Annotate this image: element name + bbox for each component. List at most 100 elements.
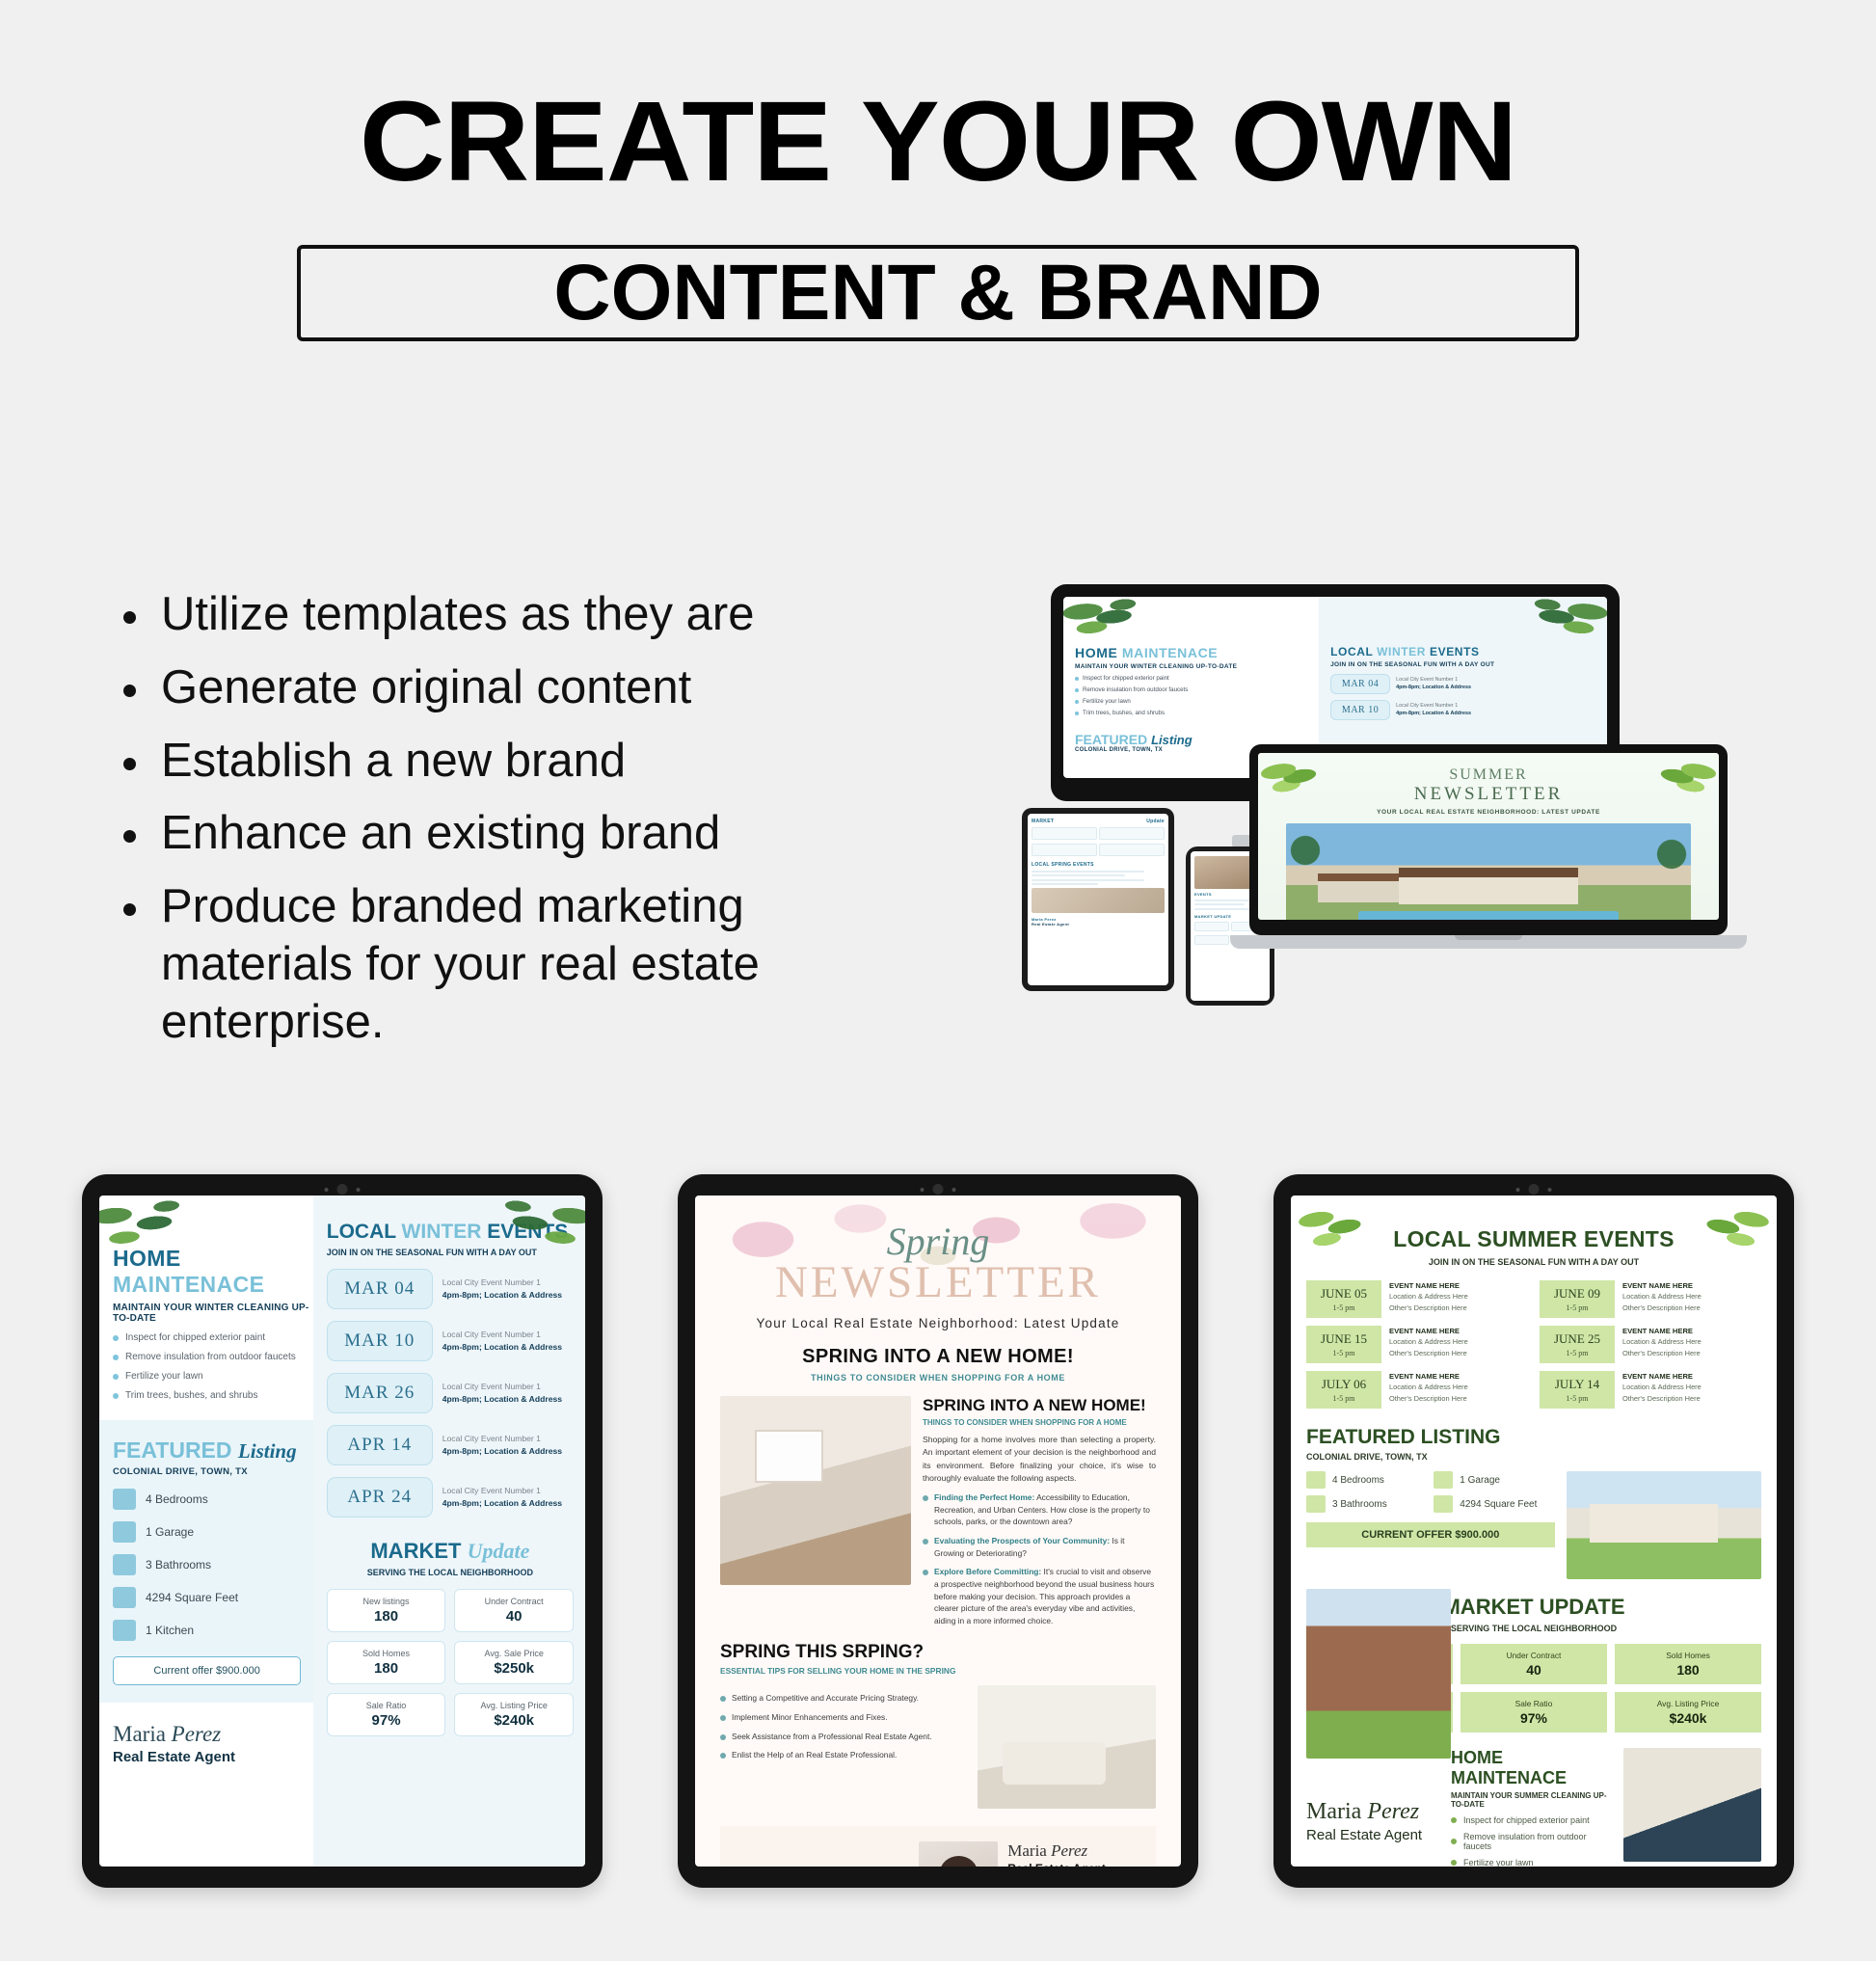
event-row[interactable]: JUNE 09 1-5 pm EVENT NAME HERE Location & A… [1540,1280,1761,1318]
mini-text-line [1032,874,1125,876]
bullet-dot [1075,676,1079,681]
winter-market-title: MARKET Update [327,1539,574,1564]
event-date: JUNE 25 [1553,1331,1601,1346]
event-date-chip: MAR 10 [326,1321,433,1361]
small-tablet-screen: MARKET Update LOCAL SPRING EVENTS Maria … [1028,814,1168,985]
maintenance-item: Trim trees, bushes, and shrubs [113,1390,313,1401]
event-row[interactable]: MAR 10 Local City Event Number 1 4pm-8pm; … [326,1321,574,1361]
stat-label: Sale Ratio [365,1701,407,1710]
camera-icon [1528,1184,1540,1195]
spring-banner-subtitle: THINGS TO CONSIDER WHEN SHOPPING FOR A H… [811,1373,1065,1383]
bullet-dot [720,1696,726,1703]
events-title-events: EVENTS [1430,645,1480,658]
summer-address: COLONIAL DRIVE, TOWN, TX [1306,1452,1428,1462]
event-row[interactable]: MAR 04 Local City Event Number 1 4pm-8pm; … [1330,674,1597,694]
villa-pool [1358,911,1619,920]
amenity-label: 1 Kitchen [146,1624,195,1637]
mini-text-line [1194,907,1255,910]
maintenance-item: Remove insulation from outdoor faucets [1075,686,1309,693]
maintenance-label: Inspect for chipped exterior paint [1463,1815,1590,1825]
garage-icon [1434,1471,1454,1489]
stat-value: 40 [1526,1662,1541,1678]
kitchen-icon [113,1620,136,1641]
winter-left-column: HOME MAINTENACE MAINTAIN YOUR WINTER CLE… [99,1195,313,1867]
maintenance-item: Inspect for chipped exterior paint [1075,675,1309,682]
spring-title-script: Spring [886,1220,990,1263]
bullet-dot [123,684,136,697]
event-row[interactable]: JULY 14 1-5 pm EVENT NAME HERE Location & A… [1540,1371,1761,1409]
winter-address: COLONIAL DRIVE, TOWN, TX [113,1466,248,1477]
event-line-1: Location & Address Here [1622,1337,1702,1347]
event-row[interactable]: JULY 06 1-5 pm EVENT NAME HERE Location & A… [1306,1371,1528,1409]
amenity-row: 3 Bathrooms [113,1554,313,1575]
winter-maintenance-subtitle: MAINTAIN YOUR WINTER CLEANING UP-TO-DATE [113,1303,309,1324]
agent-last-name: Perez [1367,1799,1420,1824]
events-title-winter: WINTER [1377,645,1427,658]
stat-card: Avg. Listing Price $240k [1615,1692,1761,1733]
event-row[interactable]: APR 24 Local City Event Number 1 4pm-8pm; … [326,1477,574,1518]
event-details: Local City Event Number 1 4pm-8pm; Locati… [442,1381,562,1407]
event-line-2: Other's Description Here [1622,1348,1701,1357]
area-icon [113,1587,136,1608]
laptop-body: SUMMER NEWSLETTER YOUR LOCAL REAL ESTATE… [1249,744,1728,935]
event-name: EVENT NAME HERE [1622,1327,1693,1335]
event-line-1: Local City Event Number 1 [442,1485,541,1495]
event-line-1: Local City Event Number 1 [1396,676,1459,683]
title-light-part: MAINTENACE [1121,645,1219,660]
event-time: 1-5 pm [1566,1349,1589,1357]
event-name: EVENT NAME HERE [1389,1327,1460,1335]
spring-point: Explore Before Committing: It's crucial … [923,1566,1156,1626]
summer-kitchen-photo [1623,1748,1761,1862]
maintenance-label: Remove insulation from outdoor faucets [1463,1832,1587,1851]
bed-icon [113,1489,136,1510]
amenity-label: 1 Garage [1460,1474,1500,1486]
bullet-dot [923,1495,928,1502]
laptop-subtitle: YOUR LOCAL REAL ESTATE NEIGHBORHOOD: LAT… [1377,809,1600,816]
subtitle-box: CONTENT & BRAND [297,245,1579,341]
villa-main-building [1399,867,1578,905]
event-row[interactable]: JUNE 25 1-5 pm EVENT NAME HERE Location & A… [1540,1326,1761,1363]
mini-stat-cell [1099,827,1165,840]
amenity-row: 4294 Square Feet [1434,1495,1554,1513]
tablet-camera-row [324,1184,361,1195]
bullet-dot [1451,1860,1457,1866]
amenity-row: 1 Kitchen [113,1620,313,1641]
bullet-dot [1075,687,1079,692]
stat-label: Under Contract [1506,1651,1562,1660]
benefit-label: Establish a new brand [161,734,627,787]
event-row[interactable]: JUNE 15 1-5 pm EVENT NAME HERE Location & A… [1306,1326,1528,1363]
point-bold: Explore Before Committing: [934,1567,1042,1577]
spring-tip: Setting a Competitive and Accurate Prici… [720,1692,966,1705]
event-line-1: Location & Address Here [1389,1337,1468,1347]
maintenance-item: Fertilize your lawn [113,1371,313,1382]
event-line-1: Local City Event Number 1 [442,1381,541,1391]
event-row[interactable]: MAR 10 Local City Event Number 1 4pm-8pm; … [1330,700,1597,720]
stat-value: 97% [1519,1710,1548,1726]
event-time: 1-5 pm [1566,1303,1589,1312]
event-line-2: Other's Description Here [1622,1393,1701,1403]
benefits-list: Utilize templates as they are Generate or… [123,586,895,1066]
stat-label: Sold Homes [1666,1651,1710,1660]
winter-market-italic: Update [467,1539,530,1563]
winter-featured-italic: Listing [237,1439,297,1463]
event-time: 1-5 pm [1332,1349,1355,1357]
event-row[interactable]: JUNE 05 1-5 pm EVENT NAME HERE Location & A… [1306,1280,1528,1318]
area-icon [1434,1495,1454,1513]
event-row[interactable]: MAR 04 Local City Event Number 1 4pm-8pm; … [326,1269,574,1309]
event-line-2: 4pm-8pm; Location & Address [442,1394,563,1404]
maintenance-label: Inspect for chipped exterior paint [125,1332,266,1343]
stat-card: Sale Ratio 97% [1461,1692,1607,1733]
spring-point: Evaluating the Prospects of Your Communi… [923,1535,1156,1559]
event-line-1: Local City Event Number 1 [442,1276,541,1287]
event-row[interactable]: MAR 26 Local City Event Number 1 4pm-8pm; … [326,1373,574,1413]
amenity-row: 1 Garage [1434,1471,1554,1489]
summer-events-grid: JUNE 05 1-5 pm EVENT NAME HERE Location & A… [1306,1280,1761,1409]
winter-market-block: MARKET Update SERVING THE LOCAL NEIGHBOR… [327,1539,574,1577]
winter-market-bold: MARKET [370,1539,462,1563]
maintenance-label: Remove insulation from outdoor faucets [125,1352,296,1362]
stat-value: 180 [1676,1662,1700,1678]
event-row[interactable]: APR 14 Local City Event Number 1 4pm-8pm; … [326,1425,574,1465]
agent-first-name: Maria [1007,1841,1047,1861]
event-details: EVENT NAME HERE Location & Address Here Ot… [1389,1371,1468,1409]
event-date: JUNE 05 [1320,1286,1368,1301]
